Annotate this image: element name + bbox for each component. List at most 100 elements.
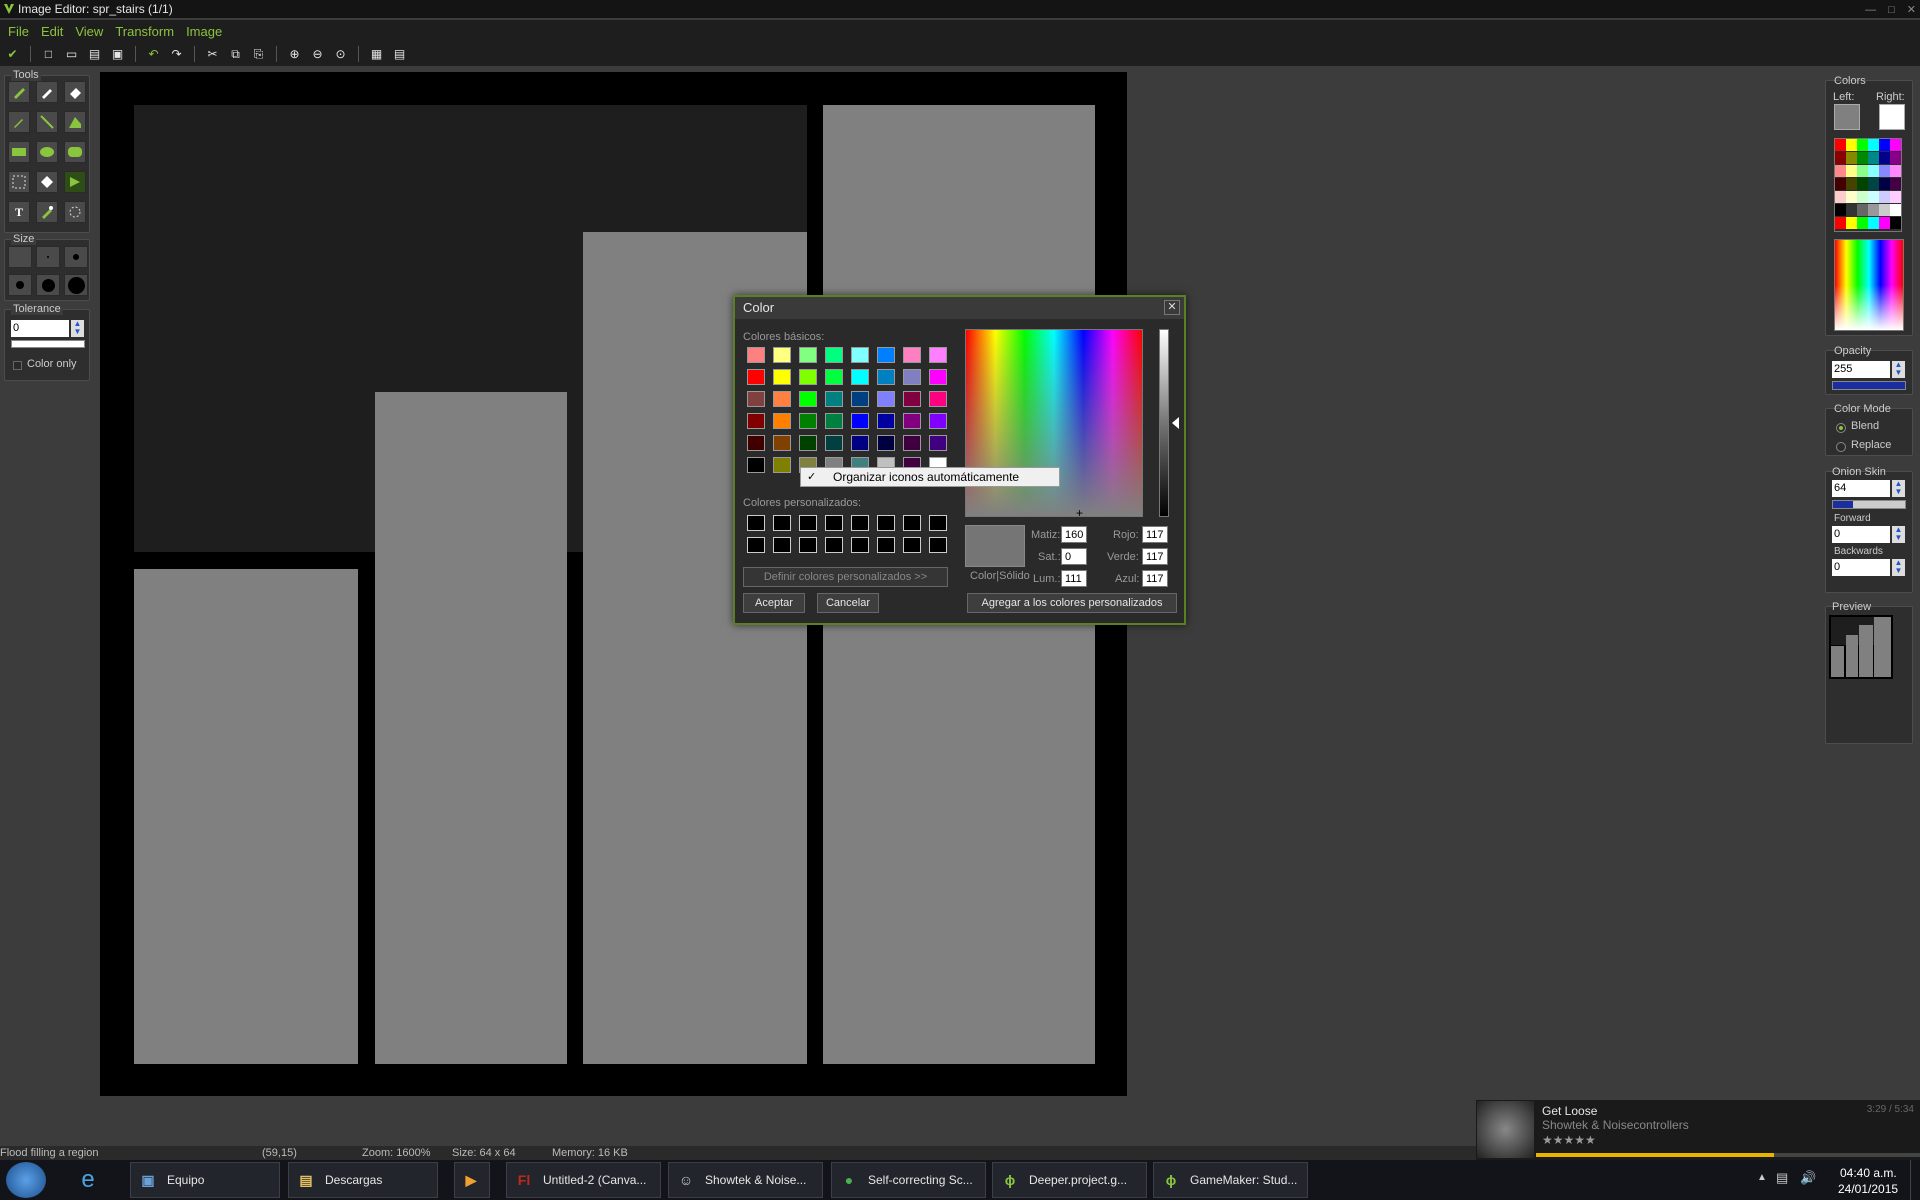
palette-swatch[interactable] bbox=[1890, 191, 1901, 203]
basic-color-swatch[interactable] bbox=[851, 347, 869, 363]
basic-color-swatch[interactable] bbox=[799, 391, 817, 407]
custom-color-swatch[interactable] bbox=[929, 537, 947, 553]
palette-swatch[interactable] bbox=[1879, 204, 1890, 216]
taskbar-item[interactable]: ɸ GameMaker: Stud... bbox=[1153, 1162, 1308, 1198]
palette-swatch[interactable] bbox=[1879, 217, 1890, 229]
tolerance-slider[interactable] bbox=[11, 340, 85, 348]
blue-input[interactable]: 117 bbox=[1142, 570, 1168, 587]
ok-button[interactable]: Aceptar bbox=[743, 593, 805, 613]
taskbar-item[interactable]: ɸ Deeper.project.g... bbox=[992, 1162, 1147, 1198]
confirm-icon[interactable]: ✔ bbox=[4, 46, 21, 63]
close-button[interactable]: ✕ bbox=[1907, 1, 1916, 19]
color-picker-tool[interactable] bbox=[8, 111, 30, 133]
tray-arrow-icon[interactable]: ▲ bbox=[1757, 1172, 1767, 1183]
palette-swatch[interactable] bbox=[1890, 217, 1901, 229]
red-input[interactable]: 117 bbox=[1142, 526, 1168, 543]
basic-color-swatch[interactable] bbox=[773, 369, 791, 385]
basic-color-swatch[interactable] bbox=[851, 369, 869, 385]
palette-swatch[interactable] bbox=[1846, 204, 1857, 216]
palette-swatch[interactable] bbox=[1890, 152, 1901, 164]
forward-input[interactable]: 0 bbox=[1832, 526, 1890, 543]
basic-color-swatch[interactable] bbox=[877, 391, 895, 407]
basic-color-swatch[interactable] bbox=[903, 391, 921, 407]
lum-input[interactable]: 111 bbox=[1061, 570, 1087, 587]
size-3-button[interactable] bbox=[64, 246, 88, 268]
size-6-button[interactable] bbox=[64, 274, 88, 296]
custom-color-swatch[interactable] bbox=[773, 537, 791, 553]
palette-swatch[interactable] bbox=[1868, 204, 1879, 216]
size-2-button[interactable] bbox=[36, 246, 60, 268]
lasso-tool[interactable] bbox=[64, 201, 86, 223]
custom-color-swatch[interactable] bbox=[877, 537, 895, 553]
custom-color-swatch[interactable] bbox=[903, 515, 921, 531]
internet-explorer-icon[interactable]: e bbox=[72, 1164, 104, 1196]
palette-swatch[interactable] bbox=[1846, 139, 1857, 151]
palette-swatch[interactable] bbox=[1857, 217, 1868, 229]
custom-color-swatch[interactable] bbox=[825, 537, 843, 553]
basic-color-swatch[interactable] bbox=[799, 347, 817, 363]
basic-color-swatch[interactable] bbox=[747, 369, 765, 385]
zoom-in-icon[interactable]: ⊕ bbox=[286, 46, 303, 63]
song-rating[interactable]: ★★★★★ bbox=[1542, 1133, 1596, 1147]
basic-color-swatch[interactable] bbox=[799, 435, 817, 451]
opacity-input[interactable]: 255 bbox=[1832, 361, 1890, 378]
grid-settings-icon[interactable]: ▤ bbox=[391, 46, 408, 63]
palette-swatch[interactable] bbox=[1868, 178, 1879, 190]
maximize-button[interactable]: □ bbox=[1888, 1, 1895, 19]
basic-color-swatch[interactable] bbox=[773, 457, 791, 473]
open-folder-icon[interactable]: ▤ bbox=[86, 46, 103, 63]
palette-swatch[interactable] bbox=[1890, 165, 1901, 177]
opacity-spinner[interactable]: ▲ ▼ bbox=[1892, 361, 1905, 378]
palette-swatch[interactable] bbox=[1879, 178, 1890, 190]
palette-swatch[interactable] bbox=[1890, 204, 1901, 216]
palette-swatch[interactable] bbox=[1857, 139, 1868, 151]
network-icon[interactable]: ▤ bbox=[1776, 1170, 1788, 1186]
palette-swatch[interactable] bbox=[1879, 165, 1890, 177]
basic-color-swatch[interactable] bbox=[773, 435, 791, 451]
custom-color-swatch[interactable] bbox=[851, 537, 869, 553]
new-icon[interactable]: □ bbox=[40, 46, 57, 63]
clock-date[interactable]: 24/01/2015 bbox=[1838, 1182, 1898, 1196]
luminance-bar[interactable] bbox=[1159, 329, 1169, 517]
palette-swatch[interactable] bbox=[1846, 152, 1857, 164]
basic-color-swatch[interactable] bbox=[799, 413, 817, 429]
ellipse-tool[interactable] bbox=[36, 141, 58, 163]
taskbar-item[interactable]: ● Self-correcting Sc... bbox=[831, 1162, 986, 1198]
basic-color-swatch[interactable] bbox=[929, 391, 947, 407]
basic-color-swatch[interactable] bbox=[747, 435, 765, 451]
onion-skin-input[interactable]: 64 bbox=[1832, 480, 1890, 497]
basic-color-swatch[interactable] bbox=[747, 347, 765, 363]
basic-color-swatch[interactable] bbox=[877, 435, 895, 451]
basic-color-swatch[interactable] bbox=[851, 413, 869, 429]
taskbar-item[interactable]: Fl Untitled-2 (Canva... bbox=[506, 1162, 661, 1198]
undo-icon[interactable]: ↶ bbox=[145, 46, 162, 63]
basic-color-swatch[interactable] bbox=[773, 413, 791, 429]
menu-image[interactable]: Image bbox=[186, 24, 222, 39]
basic-color-swatch[interactable] bbox=[903, 435, 921, 451]
basic-color-swatch[interactable] bbox=[825, 347, 843, 363]
paste-icon[interactable]: ⎘ bbox=[250, 46, 267, 63]
volume-icon[interactable]: 🔊 bbox=[1800, 1170, 1816, 1186]
flood-fill-tool[interactable] bbox=[64, 171, 86, 193]
palette-swatch[interactable] bbox=[1835, 152, 1846, 164]
blend-radio[interactable] bbox=[1836, 423, 1846, 433]
select-tool[interactable] bbox=[8, 171, 30, 193]
onion-skin-spinner[interactable]: ▲ ▼ bbox=[1892, 480, 1905, 497]
polygon-tool[interactable] bbox=[64, 111, 86, 133]
basic-color-swatch[interactable] bbox=[929, 413, 947, 429]
size-4-button[interactable] bbox=[8, 274, 32, 296]
palette-swatch[interactable] bbox=[1890, 178, 1901, 190]
basic-color-swatch[interactable] bbox=[825, 413, 843, 429]
palette-swatch[interactable] bbox=[1868, 217, 1879, 229]
fill-all-tool[interactable] bbox=[36, 201, 58, 223]
spray-tool[interactable] bbox=[36, 81, 58, 103]
basic-color-swatch[interactable] bbox=[851, 435, 869, 451]
palette-swatch[interactable] bbox=[1835, 139, 1846, 151]
green-input[interactable]: 117 bbox=[1142, 548, 1168, 565]
backwards-spinner[interactable]: ▲ ▼ bbox=[1892, 559, 1905, 576]
basic-color-swatch[interactable] bbox=[903, 347, 921, 363]
basic-color-swatch[interactable] bbox=[773, 347, 791, 363]
copy-icon[interactable]: ⧉ bbox=[227, 46, 244, 63]
onion-skin-slider[interactable] bbox=[1832, 500, 1906, 509]
color-spectrum[interactable] bbox=[1834, 239, 1904, 331]
